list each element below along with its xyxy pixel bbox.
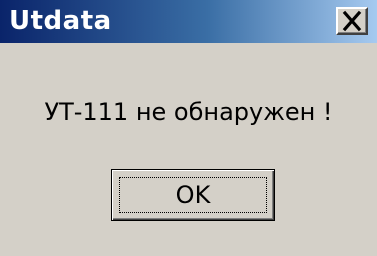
dialog-message: УТ-111 не обнаружен ! [44,98,333,126]
message-dialog: Utdata УТ-111 не обнаружен ! OK [0,0,377,256]
ok-button-label: OK [175,181,211,209]
title-bar[interactable]: Utdata [0,0,377,43]
window-title: Utdata [9,6,112,36]
close-icon [338,9,366,33]
close-button[interactable] [336,7,368,35]
ok-button[interactable]: OK [111,169,275,221]
